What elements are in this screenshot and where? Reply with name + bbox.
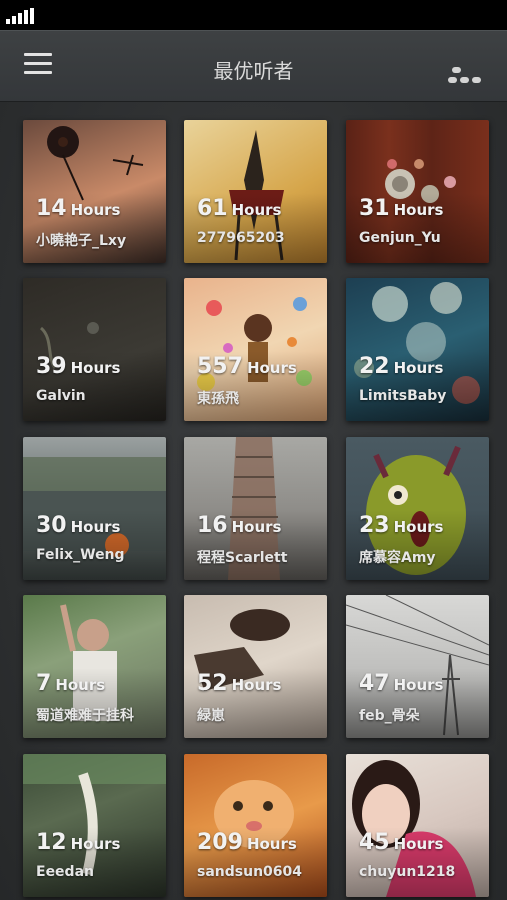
listener-name: chuyun1218 xyxy=(359,864,456,880)
hours-unit: Hours xyxy=(70,359,121,377)
hours-value: 14 xyxy=(36,196,67,221)
listen-hours: 61 Hours xyxy=(197,196,282,221)
hours-unit: Hours xyxy=(393,676,444,694)
hours-value: 39 xyxy=(36,354,67,379)
listener-name: LimitsBaby xyxy=(359,388,447,404)
listener-name: Felix_Weng xyxy=(36,547,125,563)
listener-name: Genjun_Yu xyxy=(359,230,441,246)
hours-value: 47 xyxy=(359,671,390,696)
hours-value: 23 xyxy=(359,513,390,538)
listener-name: 蜀道难难于挂科 xyxy=(36,708,134,724)
listener-name: 東孫飛 xyxy=(197,391,239,407)
hours-unit: Hours xyxy=(231,676,282,694)
listener-tile[interactable]: 52 Hours 緑崽 xyxy=(184,595,327,738)
listen-hours: 14 Hours xyxy=(36,196,121,221)
more-icon[interactable] xyxy=(448,67,484,87)
hours-unit: Hours xyxy=(55,676,106,694)
page-title: 最优听者 xyxy=(213,59,294,83)
listener-tile[interactable]: 47 Hours feb_骨朵 xyxy=(346,595,489,738)
listener-tile[interactable]: 7 Hours 蜀道难难于挂科 xyxy=(23,595,166,738)
listener-tile[interactable]: 22 Hours LimitsBaby xyxy=(346,278,489,421)
listener-tile[interactable]: 45 Hours chuyun1218 xyxy=(346,754,489,897)
listener-tile[interactable]: 31 Hours Genjun_Yu xyxy=(346,120,489,263)
listen-hours: 16 Hours xyxy=(197,513,282,538)
hours-value: 7 xyxy=(36,671,52,696)
listener-name: 277965203 xyxy=(197,230,285,246)
listen-hours: 30 Hours xyxy=(36,513,121,538)
listener-name: 席慕容Amy xyxy=(359,550,436,566)
signal-icon xyxy=(6,8,34,24)
listen-hours: 47 Hours xyxy=(359,671,444,696)
hours-unit: Hours xyxy=(70,518,121,536)
hours-unit: Hours xyxy=(393,835,444,853)
listener-grid: 14 Hours 小曉艳子_Lxy 61 Hours 277965203 31 Hou… xyxy=(0,102,507,900)
listener-name: sandsun0604 xyxy=(197,864,302,880)
listen-hours: 31 Hours xyxy=(359,196,444,221)
hours-unit: Hours xyxy=(246,359,297,377)
listen-hours: 22 Hours xyxy=(359,354,444,379)
hours-unit: Hours xyxy=(393,518,444,536)
listen-hours: 557 Hours xyxy=(197,354,297,379)
listen-hours: 52 Hours xyxy=(197,671,282,696)
hours-unit: Hours xyxy=(70,201,121,219)
hours-value: 52 xyxy=(197,671,228,696)
listener-name: Eeedan xyxy=(36,864,94,880)
listen-hours: 12 Hours xyxy=(36,830,121,855)
listen-hours: 45 Hours xyxy=(359,830,444,855)
listen-hours: 209 Hours xyxy=(197,830,297,855)
listener-tile[interactable]: 39 Hours Galvin xyxy=(23,278,166,421)
hours-value: 12 xyxy=(36,830,67,855)
listener-name: feb_骨朵 xyxy=(359,708,420,724)
listener-tile[interactable]: 23 Hours 席慕容Amy xyxy=(346,437,489,580)
hours-unit: Hours xyxy=(231,201,282,219)
hours-value: 209 xyxy=(197,830,243,855)
listener-tile[interactable]: 12 Hours Eeedan xyxy=(23,754,166,897)
hours-value: 557 xyxy=(197,354,243,379)
hours-value: 31 xyxy=(359,196,390,221)
listener-name: 緑崽 xyxy=(197,708,225,724)
listener-tile[interactable]: 557 Hours 東孫飛 xyxy=(184,278,327,421)
listener-tile[interactable]: 14 Hours 小曉艳子_Lxy xyxy=(23,120,166,263)
hours-value: 45 xyxy=(359,830,390,855)
app-header: 最优听者 xyxy=(0,30,507,102)
listen-hours: 23 Hours xyxy=(359,513,444,538)
listen-hours: 39 Hours xyxy=(36,354,121,379)
hours-unit: Hours xyxy=(393,359,444,377)
hours-value: 30 xyxy=(36,513,67,538)
hours-value: 16 xyxy=(197,513,228,538)
listener-name: 小曉艳子_Lxy xyxy=(36,233,127,249)
hours-value: 22 xyxy=(359,354,390,379)
hours-unit: Hours xyxy=(70,835,121,853)
listen-hours: 7 Hours xyxy=(36,671,105,696)
hours-unit: Hours xyxy=(246,835,297,853)
listener-name: Galvin xyxy=(36,388,86,404)
listener-name: 程程Scarlett xyxy=(197,550,288,566)
hours-unit: Hours xyxy=(231,518,282,536)
listener-tile[interactable]: 30 Hours Felix_Weng xyxy=(23,437,166,580)
listener-tile[interactable]: 209 Hours sandsun0604 xyxy=(184,754,327,897)
listener-tile[interactable]: 61 Hours 277965203 xyxy=(184,120,327,263)
hours-unit: Hours xyxy=(393,201,444,219)
hours-value: 61 xyxy=(197,196,228,221)
status-bar xyxy=(0,0,507,30)
listener-tile[interactable]: 16 Hours 程程Scarlett xyxy=(184,437,327,580)
